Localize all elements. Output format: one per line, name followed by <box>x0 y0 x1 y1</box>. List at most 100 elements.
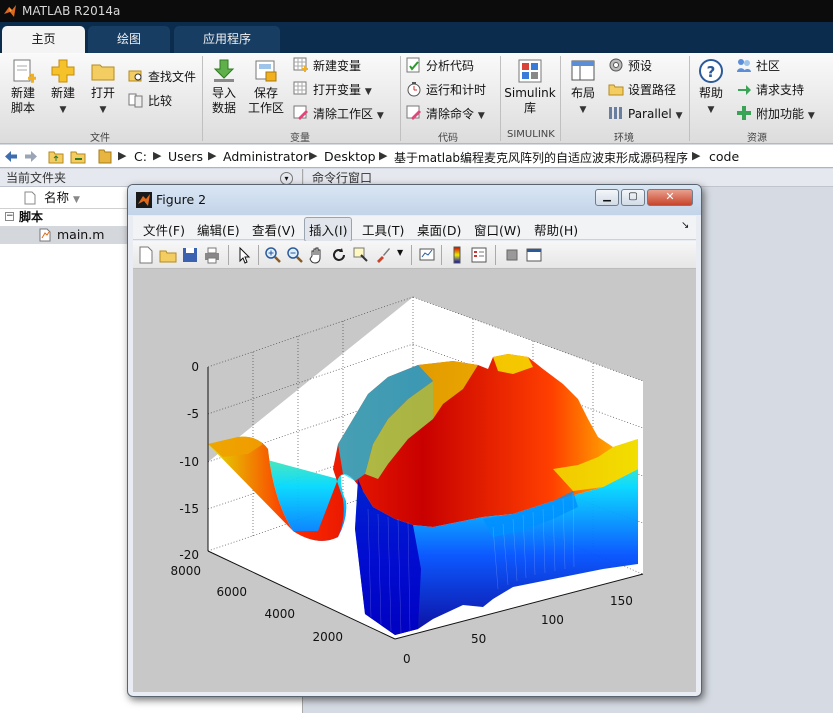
simulink-label-2: 库 <box>523 101 536 115</box>
new-script-label-2: 脚本 <box>10 101 35 115</box>
parallel-label: Parallel <box>628 107 672 121</box>
set-path-button[interactable]: 设置路径 <box>608 80 676 100</box>
save-figure-icon[interactable] <box>181 246 199 264</box>
menu-edit[interactable]: 编辑(E) <box>197 220 240 239</box>
compare-button[interactable]: 比较 <box>128 91 172 111</box>
link-plot-icon[interactable] <box>418 246 436 264</box>
request-support-label: 请求支持 <box>756 83 805 97</box>
layout-button[interactable]: 布局 ▼ <box>566 58 600 118</box>
menu-dock-arrow-icon[interactable]: ↘ <box>681 220 689 231</box>
group-label-variable: 变量 <box>290 133 310 144</box>
z-tick-label: -20 <box>179 548 199 562</box>
edit-plot-arrow-icon[interactable] <box>235 246 253 264</box>
clear-commands-button[interactable]: 清除命令 ▼ <box>406 104 485 124</box>
tab-plots[interactable]: 绘图 <box>88 26 170 53</box>
open-file-icon[interactable] <box>159 246 177 264</box>
menu-window[interactable]: 窗口(W) <box>474 220 521 239</box>
pan-hand-icon[interactable] <box>308 246 326 264</box>
breadcrumb-desktop[interactable]: Desktop <box>324 149 376 164</box>
collapse-toggle-icon[interactable]: − <box>5 212 14 221</box>
m-file-icon <box>39 228 51 242</box>
breadcrumb-users[interactable]: Users <box>168 149 203 164</box>
insert-colorbar-icon[interactable] <box>448 246 466 264</box>
new-button[interactable]: 新建 ▼ <box>46 58 80 118</box>
up-folder-icon[interactable] <box>48 149 64 164</box>
simulink-library-button[interactable]: Simulink 库 <box>504 58 556 116</box>
hide-plot-tools-icon[interactable] <box>503 246 521 264</box>
figure-title-bar[interactable]: Figure 2 ▁ ▢ ✕ <box>128 185 701 215</box>
clear-commands-label: 清除命令 <box>426 107 475 121</box>
help-icon: ? <box>699 59 723 83</box>
menu-file[interactable]: 文件(F) <box>143 220 185 239</box>
new-script-button[interactable]: 新建 脚本 <box>6 58 40 116</box>
add-ons-button[interactable]: 附加功能 ▼ <box>736 104 815 124</box>
tab-apps[interactable]: 应用程序 <box>174 26 280 53</box>
menu-insert[interactable]: 插入(I) <box>304 217 353 242</box>
clear-workspace-button[interactable]: 清除工作区 ▼ <box>293 104 384 124</box>
print-figure-icon[interactable] <box>203 246 221 264</box>
find-files-button[interactable]: 查找文件 <box>128 67 196 87</box>
figure-window[interactable]: Figure 2 ▁ ▢ ✕ 文件(F) 编辑(E) 查看(V) 插入(I) 工… <box>127 184 702 697</box>
name-column-header[interactable]: 名称 <box>44 190 69 205</box>
open-variable-dropdown-icon: ▼ <box>364 87 372 97</box>
toolbar-separator <box>258 245 259 265</box>
maximize-button[interactable]: ▢ <box>621 189 645 206</box>
import-icon <box>213 59 235 82</box>
minimize-icon: ▁ <box>603 191 611 202</box>
save-workspace-button[interactable]: 保存 工作区 <box>246 58 286 116</box>
menu-help[interactable]: 帮助(H) <box>534 220 578 239</box>
run-and-time-button[interactable]: 运行和计时 <box>406 80 486 100</box>
tab-home[interactable]: 主页 <box>2 26 85 53</box>
show-plot-tools-icon[interactable] <box>525 246 543 264</box>
clear-workspace-label: 清除工作区 <box>313 107 374 121</box>
data-cursor-icon[interactable] <box>352 246 370 264</box>
clear-workspace-icon <box>293 105 308 120</box>
brush-dropdown-icon[interactable]: ▼ <box>397 248 403 257</box>
open-variable-label: 打开变量 <box>313 83 362 97</box>
surface-plot[interactable]: 0 -5 -10 -15 -20 8000 6000 4000 2000 0 5… <box>133 269 696 692</box>
insert-legend-icon[interactable] <box>470 246 488 264</box>
open-folder-icon <box>91 64 115 81</box>
plot-area[interactable]: 0 -5 -10 -15 -20 8000 6000 4000 2000 0 5… <box>133 269 696 692</box>
simulink-library-icon <box>518 59 542 83</box>
new-variable-label: 新建变量 <box>313 59 362 73</box>
menu-desktop[interactable]: 桌面(D) <box>417 220 461 239</box>
close-button[interactable]: ✕ <box>647 189 693 206</box>
set-path-icon <box>608 84 624 96</box>
command-window-title: 命令行窗口 <box>312 171 373 185</box>
breadcrumb-administrator[interactable]: Administrator <box>223 149 308 164</box>
current-folder-address-bar[interactable]: ▶ C: ▶ Users ▶ Administrator ▶ Desktop ▶… <box>0 145 833 168</box>
open-variable-button[interactable]: 打开变量 ▼ <box>293 80 372 100</box>
menu-tools[interactable]: 工具(T) <box>362 220 404 239</box>
help-button[interactable]: ? 帮助 ▼ <box>694 58 728 118</box>
preferences-button[interactable]: 预设 <box>608 56 652 76</box>
breadcrumb-drive[interactable]: C: <box>134 149 147 164</box>
x-tick-label: 100 <box>541 613 564 627</box>
maximize-icon: ▢ <box>628 191 638 202</box>
help-label: 帮助 <box>698 86 723 100</box>
zoom-in-icon[interactable] <box>264 246 282 264</box>
browse-folder-icon[interactable] <box>70 149 86 164</box>
breadcrumb-arrow-icon: ▶ <box>118 149 127 162</box>
breadcrumb-code[interactable]: code <box>709 149 739 164</box>
zoom-out-icon[interactable] <box>286 246 304 264</box>
folder-icon <box>98 149 112 164</box>
back-arrow-icon[interactable] <box>4 150 18 163</box>
open-button[interactable]: 打开 ▼ <box>86 58 120 118</box>
rotate-3d-icon[interactable] <box>330 246 348 264</box>
import-data-button[interactable]: 导入 数据 <box>207 58 241 116</box>
analyze-code-button[interactable]: 分析代码 <box>406 56 474 76</box>
brush-icon[interactable] <box>374 246 392 264</box>
parallel-button[interactable]: Parallel ▼ <box>608 104 682 124</box>
breadcrumb-project-folder[interactable]: 基于matlab编程麦克风阵列的自适应波束形成源码程序 <box>394 149 688 166</box>
z-tick-label: -10 <box>179 455 199 469</box>
new-label: 新建 <box>50 86 75 100</box>
community-button[interactable]: 社区 <box>736 56 780 76</box>
forward-arrow-icon[interactable] <box>24 150 38 163</box>
request-support-button[interactable]: 请求支持 <box>736 80 804 100</box>
minimize-button[interactable]: ▁ <box>595 189 619 206</box>
new-figure-icon[interactable] <box>137 246 155 264</box>
new-variable-button[interactable]: 新建变量 <box>293 56 361 76</box>
menu-view[interactable]: 查看(V) <box>252 220 295 239</box>
toolbar-separator <box>228 245 229 265</box>
